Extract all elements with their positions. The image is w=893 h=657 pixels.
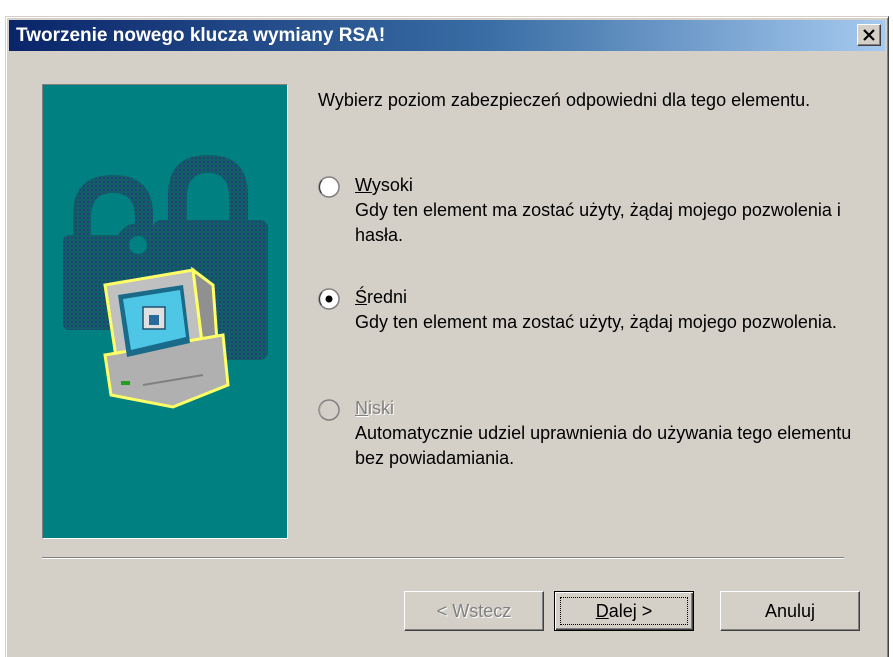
option-medium-label: Średni: [355, 287, 408, 307]
option-high-description: Gdy ten element ma zostać użyty, żądaj m…: [355, 200, 841, 245]
title-bar[interactable]: Tworzenie nowego klucza wymiany RSA!: [9, 20, 885, 51]
close-icon: [863, 29, 875, 41]
separator: [42, 557, 844, 559]
window-title: Tworzenie nowego klucza wymiany RSA!: [16, 24, 386, 46]
security-level-prompt: Wybierz poziom zabezpieczeń odpowiedni d…: [318, 90, 811, 110]
radio-unchecked-icon: [318, 176, 340, 198]
option-medium[interactable]: Średni Gdy ten element ma zostać użyty, …: [318, 285, 858, 365]
back-button[interactable]: < Wstecz: [404, 591, 544, 631]
radio-disabled-icon: [318, 399, 340, 421]
radio-checked-icon: [318, 288, 340, 310]
option-low-description: Automatycznie udziel uprawnienia do używ…: [355, 423, 852, 468]
radio-low[interactable]: [318, 399, 340, 421]
back-button-label: < Wstecz: [436, 600, 512, 621]
option-medium-description: Gdy ten element ma zostać użyty, żądaj m…: [355, 312, 837, 332]
cancel-button[interactable]: Anuluj: [720, 591, 860, 631]
radio-medium[interactable]: [318, 288, 340, 310]
option-low-label: Niski: [355, 398, 394, 418]
close-button[interactable]: [857, 24, 881, 46]
radio-high[interactable]: [318, 176, 340, 198]
computer-lock-illustration: [63, 155, 268, 409]
option-low[interactable]: Niski Automatycznie udziel uprawnienia d…: [318, 396, 858, 476]
option-high-label: Wysoki: [355, 175, 413, 195]
next-button[interactable]: Dalej >: [554, 591, 694, 631]
wizard-picture: [42, 84, 288, 539]
option-high[interactable]: Wysoki Gdy ten element ma zostać użyty, …: [318, 173, 858, 253]
dialog-window: Tworzenie nowego klucza wymiany RSA! Wyb…: [5, 16, 889, 657]
focus-rectangle: [560, 597, 688, 625]
